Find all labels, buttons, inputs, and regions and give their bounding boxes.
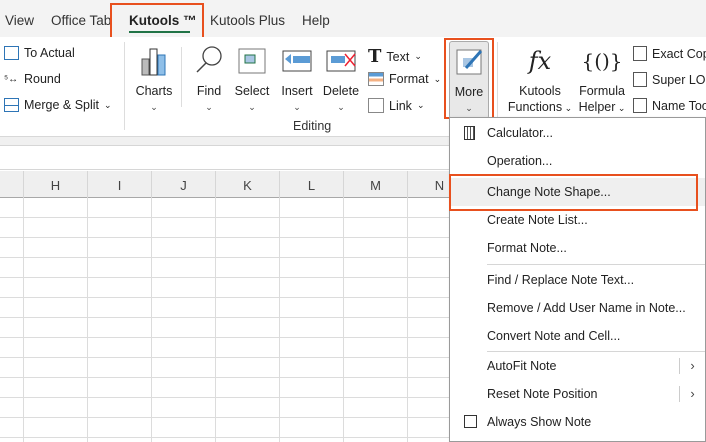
link-icon xyxy=(368,98,384,113)
delete-button[interactable]: Delete ⌄ xyxy=(322,45,360,115)
column-header-l[interactable]: L xyxy=(279,171,343,198)
label: Formula xyxy=(579,84,625,98)
label: Operation... xyxy=(487,154,553,168)
kutools-tab-highlight xyxy=(110,3,204,41)
label: Round xyxy=(24,72,61,86)
label: Functions xyxy=(507,100,563,114)
label: Format Note... xyxy=(487,241,567,255)
label: Always Show Note xyxy=(487,415,592,429)
merge-split-button[interactable]: Merge & Split ⌄ xyxy=(4,98,112,112)
insert-icon xyxy=(282,50,312,72)
menu-item-format-note[interactable]: Format Note... xyxy=(450,234,705,262)
submenu-arrow-icon: › xyxy=(679,386,705,402)
label: Kutools xyxy=(519,84,561,98)
formula-helper-button[interactable]: {()} Formula Helper ⌄ xyxy=(577,45,627,116)
tab-office-tab[interactable]: Office Tab xyxy=(51,13,111,28)
delete-icon xyxy=(326,50,356,72)
text-button[interactable]: T Text ⌄ xyxy=(368,46,422,67)
ribbon-tab-bar: View Office Tab Kutools ™ Kutools Plus H… xyxy=(0,0,706,37)
menu-item-autofit-note[interactable]: AutoFit Note › xyxy=(450,352,705,380)
round-icon: ⁵↔ xyxy=(4,73,19,85)
tab-kutools-plus[interactable]: Kutools Plus xyxy=(210,13,285,28)
menu-item-operation[interactable]: Operation... xyxy=(450,147,705,175)
lookup-icon xyxy=(633,72,647,87)
label: Find xyxy=(196,84,222,98)
merge-split-icon xyxy=(4,98,19,112)
to-actual-icon xyxy=(4,46,19,60)
name-tag-icon xyxy=(633,98,647,113)
label: Remove / Add User Name in Note... xyxy=(487,301,686,315)
label: Charts xyxy=(135,84,173,98)
label: Name Too xyxy=(652,98,706,113)
magnifier-icon xyxy=(196,46,222,73)
menu-item-find-replace-note-text[interactable]: Find / Replace Note Text... xyxy=(450,266,705,294)
charts-button[interactable]: Charts ⌄ xyxy=(134,45,174,115)
calculator-icon xyxy=(464,126,475,140)
link-button[interactable]: Link ⌄ xyxy=(368,98,424,113)
menu-item-always-show-note[interactable]: Always Show Note xyxy=(450,408,705,436)
label: Helper xyxy=(578,100,616,114)
editing-group-label: Editing xyxy=(293,119,332,133)
more-button-highlight xyxy=(444,38,494,119)
select-grid-icon xyxy=(238,48,266,74)
divider xyxy=(124,42,125,130)
label: AutoFit Note xyxy=(487,359,557,373)
tab-help[interactable]: Help xyxy=(302,13,330,28)
submenu-arrow-icon: › xyxy=(679,358,705,374)
exact-copy-button[interactable]: Exact Cop xyxy=(633,46,706,61)
divider xyxy=(181,47,182,107)
select-button[interactable]: Select ⌄ xyxy=(234,45,270,115)
menu-item-calculator[interactable]: Calculator... xyxy=(450,119,705,147)
label: Format xyxy=(389,72,429,86)
change-note-shape-highlight xyxy=(449,174,698,211)
column-header-m[interactable]: M xyxy=(343,171,407,198)
label: Text xyxy=(386,49,410,64)
name-tools-button[interactable]: Name Too xyxy=(633,98,706,113)
format-button[interactable]: Format ⌄ xyxy=(368,72,441,86)
label: Convert Note and Cell... xyxy=(487,329,621,343)
label: Reset Note Position xyxy=(487,387,598,401)
format-icon xyxy=(368,72,384,86)
column-header-h[interactable]: H xyxy=(23,171,87,198)
label: Find / Replace Note Text... xyxy=(487,273,635,287)
find-button[interactable]: Find ⌄ xyxy=(192,45,226,115)
bar-chart-icon xyxy=(141,48,166,76)
more-dropdown-menu: Calculator... Operation... Change Note S… xyxy=(449,117,706,442)
label: Super LOC xyxy=(652,72,706,87)
label: To Actual xyxy=(24,46,75,60)
fx-icon: fx xyxy=(528,47,552,75)
label: Exact Cop xyxy=(652,46,706,61)
label: Merge & Split xyxy=(24,98,100,112)
label: Link xyxy=(389,98,412,113)
menu-item-remove-add-user-name[interactable]: Remove / Add User Name in Note... xyxy=(450,294,705,322)
column-header-k[interactable]: K xyxy=(215,171,279,198)
text-icon: T xyxy=(368,46,382,67)
label: Insert xyxy=(281,84,313,98)
to-actual-button[interactable]: To Actual xyxy=(4,46,75,60)
label: Select xyxy=(234,84,270,98)
round-button[interactable]: ⁵↔ Round xyxy=(4,72,61,86)
menu-item-convert-note-and-cell[interactable]: Convert Note and Cell... xyxy=(450,322,705,350)
insert-button[interactable]: Insert ⌄ xyxy=(279,45,315,115)
menu-separator xyxy=(487,264,705,265)
label: Delete xyxy=(322,84,360,98)
label: Calculator... xyxy=(487,126,554,140)
column-header-i[interactable]: I xyxy=(87,171,151,198)
braces-icon: {()} xyxy=(581,49,623,73)
super-lookup-button[interactable]: Super LOC xyxy=(633,72,706,87)
tab-view[interactable]: View xyxy=(5,13,34,28)
kutools-functions-button[interactable]: fx Kutools Functions ⌄ xyxy=(506,45,574,116)
menu-item-reset-note-position[interactable]: Reset Note Position › xyxy=(450,380,705,408)
label: Create Note List... xyxy=(487,213,588,227)
column-header-j[interactable]: J xyxy=(151,171,215,198)
copy-icon xyxy=(633,46,647,61)
checkbox-icon[interactable] xyxy=(464,415,477,428)
